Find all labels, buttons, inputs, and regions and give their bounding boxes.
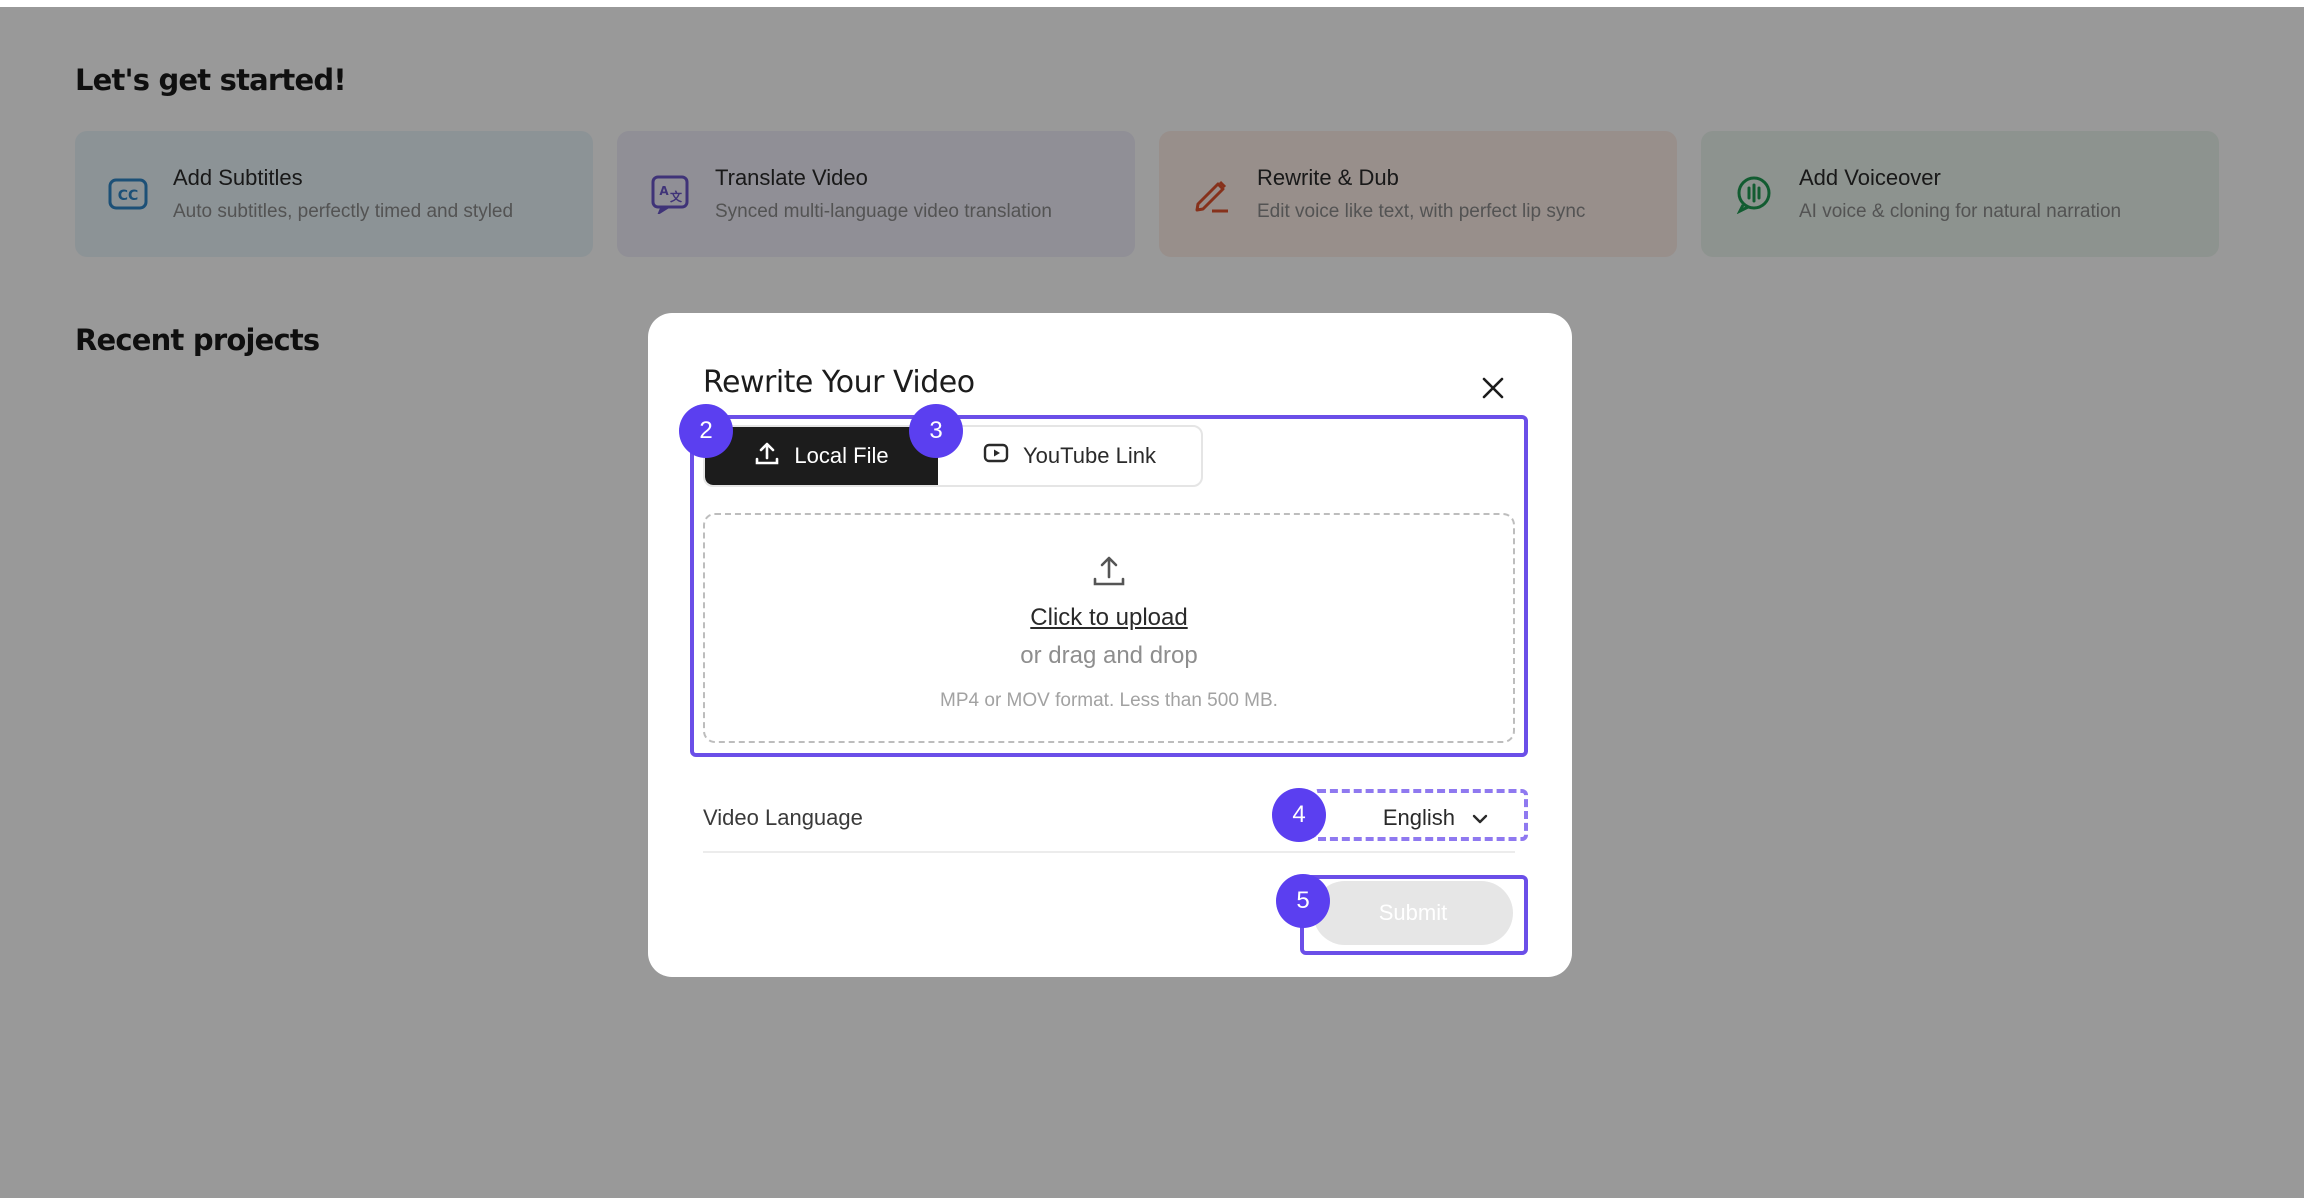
step-marker-2: 2 (679, 404, 733, 458)
click-to-upload-link[interactable]: Click to upload (1030, 604, 1187, 632)
youtube-icon (983, 443, 1009, 469)
drag-drop-text: or drag and drop (1020, 642, 1198, 669)
upload-dropzone[interactable]: Click to upload or drag and drop MP4 or … (703, 513, 1515, 743)
tab-local-file[interactable]: Local File (705, 427, 938, 485)
tab-label: YouTube Link (1023, 443, 1156, 468)
language-select[interactable]: English (1377, 801, 1495, 835)
upload-icon (1091, 553, 1127, 594)
step-marker-3: 3 (909, 404, 963, 458)
format-hint: MP4 or MOV format. Less than 500 MB. (940, 690, 1278, 711)
step-marker-5: 5 (1276, 874, 1330, 928)
video-language-row: Video Language English (703, 793, 1515, 853)
tab-label: Local File (794, 443, 889, 468)
chevron-down-icon (1471, 805, 1489, 831)
tab-youtube-link[interactable]: YouTube Link (938, 427, 1201, 485)
step-marker-4: 4 (1272, 788, 1326, 842)
submit-button[interactable]: Submit (1313, 881, 1513, 945)
rewrite-video-dialog: Rewrite Your Video Local File YouTube Li… (648, 313, 1572, 977)
upload-icon (754, 440, 780, 472)
close-icon (1481, 376, 1505, 405)
video-language-label: Video Language (703, 805, 863, 830)
dialog-title: Rewrite Your Video (703, 365, 975, 400)
language-value: English (1382, 805, 1455, 830)
close-button[interactable] (1466, 363, 1520, 417)
